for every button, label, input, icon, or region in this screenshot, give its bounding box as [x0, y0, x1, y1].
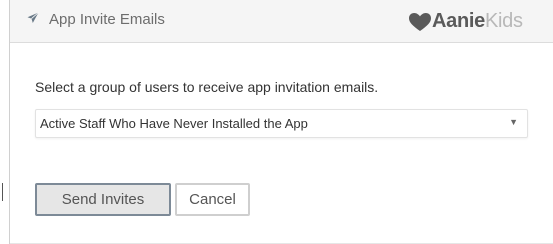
- logo-aanie: Aanie: [432, 10, 485, 32]
- chevron-down-icon: ▼: [509, 117, 518, 127]
- heart-icon: [409, 13, 431, 31]
- instruction-text: Select a group of users to receive app i…: [35, 79, 379, 95]
- send-invites-button[interactable]: Send Invites: [35, 183, 171, 216]
- page: App Invite Emails AanieKids Select a gro…: [0, 0, 553, 244]
- user-group-select[interactable]: Active Staff Who Have Never Installed th…: [35, 109, 528, 138]
- cancel-button[interactable]: Cancel: [175, 183, 250, 216]
- logo-wordmark: AanieKids: [432, 10, 523, 33]
- invite-modal: App Invite Emails AanieKids Select a gro…: [10, 0, 553, 244]
- background-divider: [2, 183, 3, 201]
- logo-kids: Kids: [484, 10, 523, 32]
- aanie-kids-logo: AanieKids: [408, 9, 543, 35]
- send-icon: [27, 12, 39, 23]
- modal-header: App Invite Emails AanieKids: [10, 0, 553, 43]
- modal-title: App Invite Emails: [49, 11, 165, 28]
- user-group-selected-value: Active Staff Who Have Never Installed th…: [40, 116, 308, 131]
- background-edge: [0, 0, 10, 244]
